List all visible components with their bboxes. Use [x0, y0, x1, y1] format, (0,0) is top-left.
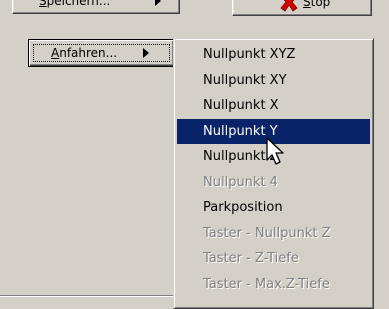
menu-item-taster-z-tiefe: Taster - Z-Tiefe	[203, 251, 299, 266]
menu-item-nullpunkt-x[interactable]: Nullpunkt X	[177, 93, 370, 119]
red-x-icon	[280, 0, 298, 12]
stop-button-label: Stop	[303, 0, 331, 9]
triangle-right-icon	[143, 48, 149, 58]
menu-item-parkposition[interactable]: Parkposition	[177, 195, 370, 221]
stop-button[interactable]: Stop	[232, 0, 372, 16]
menu-item-nullpunkt-4: Nullpunkt 4	[203, 174, 278, 190]
divider	[0, 296, 173, 297]
menu-item-nullpunkt-xyz[interactable]: Nullpunkt XYZ	[177, 42, 370, 68]
approach-button[interactable]: Anfahren...	[28, 39, 175, 67]
triangle-right-icon	[155, 0, 161, 6]
menu-item-taster-nullpunkt-z: Taster - Nullpunkt Z	[203, 225, 331, 241]
mouse-pointer-icon	[266, 137, 284, 165]
approach-submenu: Nullpunkt XYZ Nullpunkt XY Nullpunkt X N…	[173, 38, 374, 309]
save-button[interactable]: Speichern...	[12, 0, 180, 14]
approach-button-label: Anfahren...	[51, 46, 118, 60]
menu-item-taster-max-z-tiefe: Taster - Max.Z-Tiefe	[203, 276, 330, 292]
save-button-label: Speichern...	[39, 0, 111, 8]
menu-item-nullpunkt-xy[interactable]: Nullpunkt XY	[177, 68, 370, 94]
